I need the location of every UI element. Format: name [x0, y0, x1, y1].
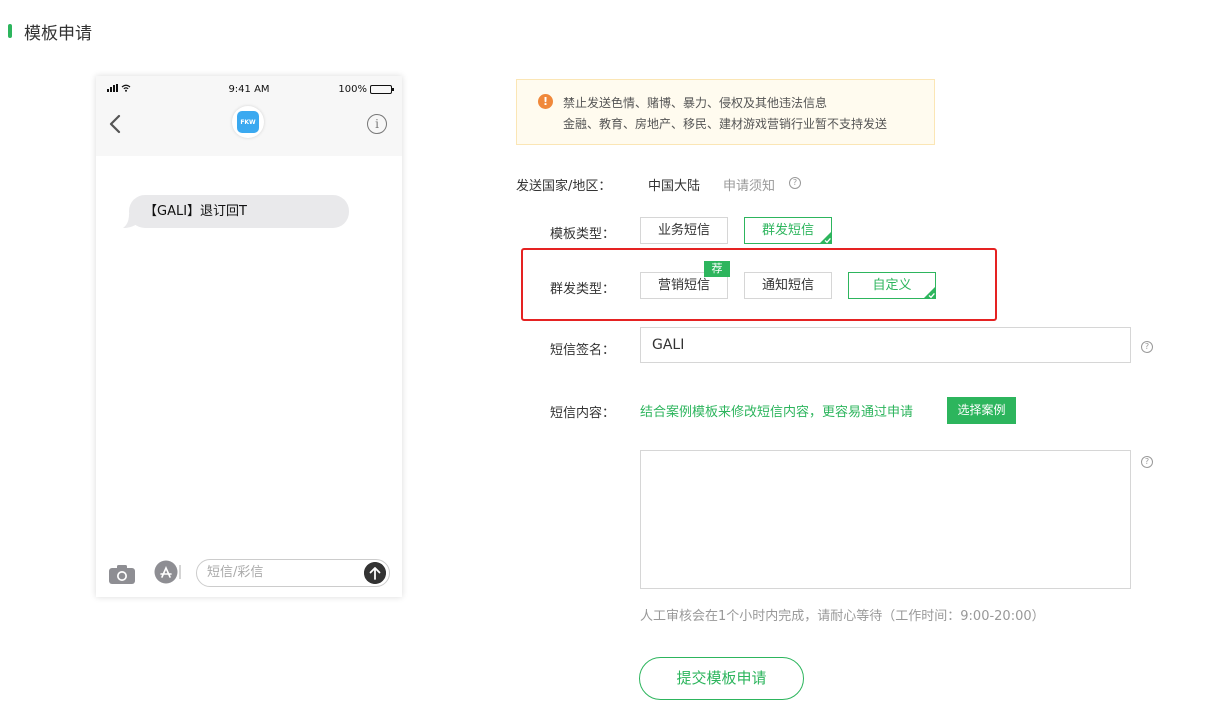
- camera-icon[interactable]: [108, 563, 136, 585]
- selected-check-icon: [923, 286, 936, 299]
- template-type-business[interactable]: 业务短信: [640, 217, 728, 244]
- message-bubble: 【GALI】退订回T: [129, 195, 349, 228]
- back-chevron-icon[interactable]: [106, 112, 126, 136]
- signature-label: 短信签名：: [550, 343, 616, 358]
- warning-line-2: 金融、教育、房地产、移民、建材游戏营销行业暂不支持发送: [563, 117, 888, 131]
- signature-input[interactable]: GALI: [640, 327, 1131, 363]
- group-type-custom[interactable]: 自定义: [848, 272, 936, 299]
- message-input[interactable]: 短信/彩信: [196, 559, 390, 587]
- group-type-notification[interactable]: 通知短信: [744, 272, 832, 299]
- page-header: 模板申请: [8, 20, 92, 44]
- phone-input-bar: 短信/彩信: [96, 551, 402, 597]
- phone-preview: 9:41 AM 100% FKW i 【GALI】退订回T 短信/彩信: [96, 76, 402, 597]
- info-icon[interactable]: i: [367, 114, 387, 134]
- contact-avatar[interactable]: FKW: [232, 106, 264, 138]
- content-textarea[interactable]: [640, 450, 1131, 589]
- notice-link[interactable]: 申请须知: [723, 175, 775, 194]
- warning-icon: !: [538, 94, 553, 109]
- fkw-logo: FKW: [237, 111, 259, 133]
- appstore-icon[interactable]: [152, 560, 182, 584]
- bubble-tail: [123, 214, 137, 228]
- group-type-custom-label: 自定义: [872, 278, 912, 293]
- recommend-badge: 荐: [704, 261, 730, 277]
- template-type-group[interactable]: 群发短信: [744, 217, 832, 244]
- signature-help-icon[interactable]: ?: [1141, 341, 1153, 353]
- country-value: 中国大陆: [648, 179, 701, 194]
- review-note: 人工审核会在1个小时内完成，请耐心等待（工作时间：9:00-20:00）: [640, 609, 1045, 624]
- group-type-label: 群发类型：: [550, 282, 616, 297]
- content-label: 短信内容：: [550, 406, 616, 421]
- battery-icon: [370, 85, 394, 94]
- battery-percent: 100%: [338, 84, 367, 95]
- country-label: 发送国家/地区：: [516, 179, 612, 194]
- selected-check-icon: [819, 231, 832, 244]
- phone-top-bar: 9:41 AM 100% FKW i: [96, 76, 402, 156]
- warning-line-1: 禁止发送色情、赌博、暴力、侵权及其他违法信息: [563, 96, 828, 110]
- title-accent-bar: [8, 24, 12, 38]
- status-battery: 100%: [338, 84, 394, 95]
- choose-case-button[interactable]: 选择案例: [947, 397, 1016, 424]
- content-help-icon[interactable]: ?: [1141, 456, 1153, 468]
- submit-template-button[interactable]: 提交模板申请: [639, 657, 804, 700]
- template-type-group-label: 群发短信: [761, 223, 814, 238]
- notice-help-icon[interactable]: ?: [789, 177, 801, 189]
- warning-notice: ! 禁止发送色情、赌博、暴力、侵权及其他违法信息 金融、教育、房地产、移民、建材…: [516, 79, 935, 145]
- page-title: 模板申请: [24, 23, 92, 44]
- send-arrow-icon[interactable]: [364, 562, 386, 584]
- content-hint: 结合案例模板来修改短信内容，更容易通过申请: [640, 405, 914, 420]
- template-type-label: 模板类型：: [550, 227, 616, 242]
